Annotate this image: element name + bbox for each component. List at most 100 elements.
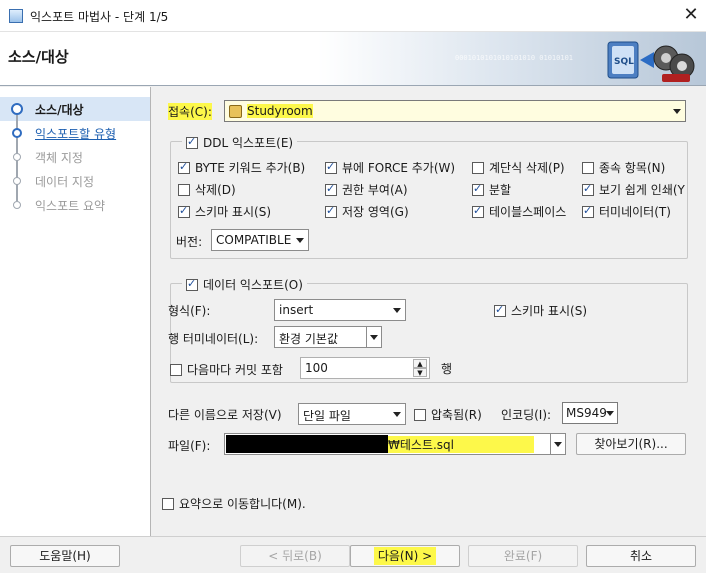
checkbox-box	[494, 303, 506, 317]
checkbox-box	[414, 409, 426, 421]
combo-divider	[366, 327, 367, 347]
title-bar: 익스포트 마법사 - 단계 1/5 ✕	[0, 0, 706, 32]
ddl-option-checkbox[interactable]: BYTE 키워드 추가(B)	[178, 159, 305, 176]
ddl-option-label: 계단식 삭제(P)	[489, 161, 565, 175]
step-disabled-icon	[13, 177, 21, 185]
chevron-down-icon	[673, 109, 681, 114]
connection-select[interactable]: Studyroom	[224, 100, 686, 122]
window-title: 익스포트 마법사 - 단계 1/5	[30, 10, 169, 24]
version-label: 버전:	[176, 235, 203, 249]
row-terminator-select[interactable]: 환경 기본값	[274, 326, 382, 348]
ddl-option-checkbox[interactable]: 권한 부여(A)	[325, 181, 408, 198]
show-schema-label: 스키마 표시(S)	[511, 304, 587, 318]
app-icon	[9, 9, 23, 23]
commit-every-value: 100	[305, 361, 328, 375]
ddl-option-checkbox[interactable]: 계단식 삭제(P)	[472, 159, 565, 176]
data-export-checkbox[interactable]: 데이터 익스포트(O)	[182, 276, 307, 293]
ddl-option-checkbox[interactable]: 삭제(D)	[178, 181, 236, 198]
show-schema-checkbox[interactable]: 스키마 표시(S)	[494, 302, 587, 319]
combo-divider	[550, 434, 551, 454]
stepper-up-icon[interactable]: ▲	[413, 359, 427, 368]
sql-art-label: SQL	[614, 57, 634, 67]
back-button[interactable]: < 뒤로(B)	[240, 545, 350, 567]
file-path-input[interactable]: ₩테스트.sql	[224, 433, 566, 455]
step-source-target[interactable]: 소스/대상	[0, 97, 150, 121]
step-link-icon	[12, 128, 22, 138]
close-icon[interactable]: ✕	[680, 4, 702, 26]
next-button[interactable]: 다음(N) >	[350, 545, 460, 567]
connection-label: 접속(C):	[168, 103, 212, 120]
step-label: 소스/대상	[35, 103, 84, 117]
commit-every-stepper[interactable]: 100 ▲ ▼	[300, 357, 430, 379]
database-icon	[229, 105, 242, 118]
chevron-down-icon	[606, 411, 614, 416]
jump-to-summary-label: 요약으로 이동합니다(M).	[179, 497, 306, 511]
ddl-option-label: BYTE 키워드 추가(B)	[195, 161, 306, 175]
ddl-option-checkbox[interactable]: 테이블스페이스	[472, 203, 566, 220]
file-label: 파일(F):	[168, 439, 211, 453]
ddl-option-label: 터미네이터(T)	[599, 205, 671, 219]
step-data-select: 데이터 지정	[0, 169, 150, 193]
sql-export-icon: SQL	[607, 41, 695, 82]
commit-unit-label: 행	[441, 362, 453, 376]
checkbox-box	[178, 160, 190, 174]
step-label: 객체 지정	[35, 151, 83, 165]
version-value: COMPATIBLE	[216, 233, 292, 247]
commit-every-checkbox[interactable]: 다음마다 커밋 포함	[170, 361, 283, 378]
footer-divider	[0, 536, 706, 537]
step-object-select: 객체 지정	[0, 145, 150, 169]
ddl-option-label: 보기 쉽게 인쇄(Y	[599, 183, 685, 197]
connection-value: Studyroom	[247, 104, 313, 118]
checkbox-box	[186, 135, 198, 149]
finish-button[interactable]: 완료(F)	[468, 545, 578, 567]
checkbox-box	[472, 162, 484, 174]
ddl-option-label: 종속 항목(N)	[599, 161, 666, 175]
checkbox-box	[162, 498, 174, 510]
chevron-down-icon	[393, 308, 401, 313]
stepper-down-icon[interactable]: ▼	[413, 368, 427, 377]
jump-to-summary-checkbox[interactable]: 요약으로 이동합니다(M).	[162, 495, 306, 512]
ddl-option-label: 권한 부여(A)	[342, 183, 408, 197]
step-export-types[interactable]: 익스포트할 유형	[0, 121, 150, 145]
step-label: 익스포트 요약	[35, 199, 106, 213]
main-panel: 접속(C): Studyroom DDL 익스포트(E) BYTE 키워드 추가…	[152, 87, 706, 536]
version-select[interactable]: COMPATIBLE	[211, 229, 309, 251]
file-path-value: ₩테스트.sql	[388, 436, 535, 453]
checkbox-box	[178, 204, 190, 218]
row-terminator-value: 환경 기본값	[279, 332, 339, 346]
encoding-label: 인코딩(I):	[501, 408, 552, 422]
format-select[interactable]: insert	[274, 299, 406, 321]
data-export-label: 데이터 익스포트(O)	[203, 278, 303, 292]
commit-every-label: 다음마다 커밋 포함	[187, 363, 283, 377]
encoding-select[interactable]: MS949	[562, 402, 618, 424]
cancel-button[interactable]: 취소	[586, 545, 696, 567]
help-button[interactable]: 도움말(H)	[10, 545, 120, 567]
ddl-option-checkbox[interactable]: 분할	[472, 181, 511, 198]
browse-button[interactable]: 찾아보기(R)...	[576, 433, 686, 455]
step-disabled-icon	[13, 153, 21, 161]
ddl-option-checkbox[interactable]: 종속 항목(N)	[582, 159, 665, 176]
step-navigator: 소스/대상 익스포트할 유형 객체 지정 데이터 지정 익스포트 요약	[0, 87, 151, 536]
compressed-label: 압축됨(R)	[431, 408, 482, 422]
compressed-checkbox[interactable]: 압축됨(R)	[414, 406, 482, 423]
checkbox-box	[170, 364, 182, 376]
ddl-option-label: 저장 영역(G)	[342, 205, 409, 219]
checkbox-box	[472, 182, 484, 196]
ddl-export-label: DDL 익스포트(E)	[203, 136, 294, 150]
ddl-option-checkbox[interactable]: 터미네이터(T)	[582, 203, 671, 220]
format-label: 형식(F):	[168, 304, 211, 318]
checkbox-box	[472, 204, 484, 218]
ddl-option-checkbox[interactable]: 저장 영역(G)	[325, 203, 409, 220]
format-value: insert	[279, 303, 314, 317]
ddl-option-checkbox[interactable]: 보기 쉽게 인쇄(Y	[582, 181, 685, 198]
ddl-option-checkbox[interactable]: 뷰에 FORCE 추가(W)	[325, 159, 455, 176]
chevron-down-icon	[296, 238, 304, 243]
save-as-select[interactable]: 단일 파일	[298, 403, 406, 425]
ddl-option-label: 삭제(D)	[195, 183, 236, 197]
ddl-option-label: 분할	[489, 183, 512, 197]
page-title: 소스/대상	[8, 48, 69, 66]
step-export-summary: 익스포트 요약	[0, 193, 150, 217]
ddl-export-checkbox[interactable]: DDL 익스포트(E)	[182, 134, 298, 151]
ddl-option-checkbox[interactable]: 스키마 표시(S)	[178, 203, 271, 220]
checkbox-box	[325, 204, 337, 218]
